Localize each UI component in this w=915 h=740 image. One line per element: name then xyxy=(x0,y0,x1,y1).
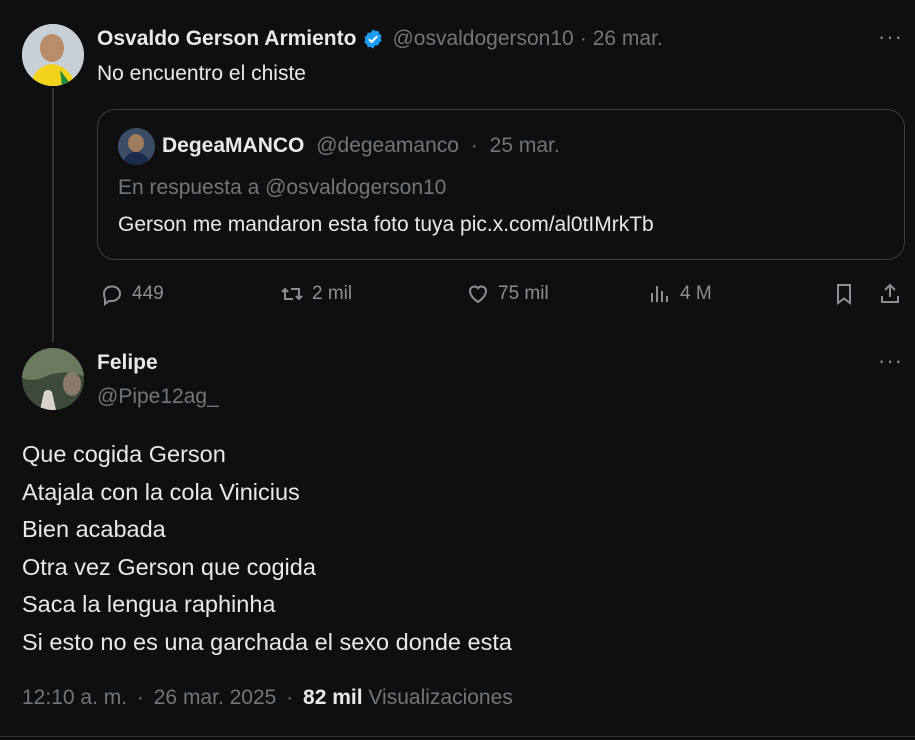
quoted-tweet-header: DegeaMANCO @degeamanco · 25 mar. xyxy=(162,134,560,158)
quoted-avatar xyxy=(118,128,155,165)
like-button[interactable]: 75 mil xyxy=(466,282,549,306)
tweet-date[interactable]: 26 mar. xyxy=(593,27,663,51)
retweet-count: 2 mil xyxy=(312,283,353,304)
dot-separator: · xyxy=(470,134,478,157)
reply-avatar-image xyxy=(22,348,84,410)
text-line: Que cogida Gerson xyxy=(22,441,226,467)
avatar-image xyxy=(22,24,84,86)
main-tweet-header: Osvaldo Gerson Armiento @osvaldogerson10… xyxy=(97,27,663,51)
author-handle[interactable]: @osvaldogerson10 xyxy=(392,27,573,51)
verified-badge-icon xyxy=(364,29,383,49)
quoted-author-handle: @degeamanco xyxy=(316,134,459,157)
quoted-avatar-image xyxy=(118,128,155,165)
divider xyxy=(0,736,915,737)
retweet-icon xyxy=(281,287,303,301)
reply-button[interactable]: 449 xyxy=(100,282,164,306)
share-button[interactable] xyxy=(878,282,910,306)
tweet-text: No encuentro el chiste xyxy=(97,62,306,85)
bookmark-icon xyxy=(837,284,851,305)
views-chart-icon xyxy=(651,286,668,302)
reply-author-name[interactable]: Felipe xyxy=(97,351,158,375)
post-date[interactable]: 26 mar. 2025 xyxy=(154,686,277,709)
reply-avatar[interactable] xyxy=(22,348,84,410)
views-count: 4 M xyxy=(680,283,712,304)
quoted-tweet-text: Gerson me mandaron esta foto tuya pic.x.… xyxy=(118,213,654,236)
text-line: Bien acabada xyxy=(22,516,166,543)
quoted-tweet-date: 25 mar. xyxy=(489,134,560,157)
views-label: Visualizaciones xyxy=(368,686,513,709)
reply-author-handle[interactable]: @Pipe12ag_ xyxy=(97,385,219,409)
heart-icon xyxy=(468,285,488,304)
dot-separator: · xyxy=(286,686,294,709)
reply-tweet-text: Que cogida Gerson Atajala con la cola Vi… xyxy=(22,436,512,662)
quoted-author-name: DegeaMANCO xyxy=(162,134,305,157)
reply-context: En respuesta a @osvaldogerson10 xyxy=(118,176,447,199)
author-name[interactable]: Osvaldo Gerson Armiento xyxy=(97,27,356,51)
more-options-icon[interactable]: ··· xyxy=(878,348,903,374)
share-icon xyxy=(881,283,899,303)
reply-count: 449 xyxy=(132,283,164,304)
dot-separator: · xyxy=(579,27,587,50)
tweet-metadata: 12:10 a. m. · 26 mar. 2025 · 82 mil Visu… xyxy=(22,686,513,710)
reply-icon xyxy=(102,285,122,306)
text-line: Otra vez Gerson que cogida xyxy=(22,553,316,580)
tweet-action-bar: 449 2 mil 75 mil 4 M xyxy=(0,282,915,312)
post-time[interactable]: 12:10 a. m. xyxy=(22,686,127,709)
dot-separator: · xyxy=(136,686,144,709)
text-line: Si esto no es una garchada el sexo donde… xyxy=(22,628,512,655)
views-total: 82 mil xyxy=(303,686,363,709)
bookmark-button[interactable] xyxy=(832,282,864,306)
retweet-button[interactable]: 2 mil xyxy=(280,282,352,306)
text-line: Atajala con la cola Vinicius xyxy=(22,478,300,505)
like-count: 75 mil xyxy=(498,283,549,304)
views-button[interactable]: 4 M xyxy=(648,282,712,306)
avatar[interactable] xyxy=(22,24,84,86)
more-options-icon[interactable]: ··· xyxy=(878,24,903,50)
text-line: Saca la lengua raphinha xyxy=(22,591,276,618)
